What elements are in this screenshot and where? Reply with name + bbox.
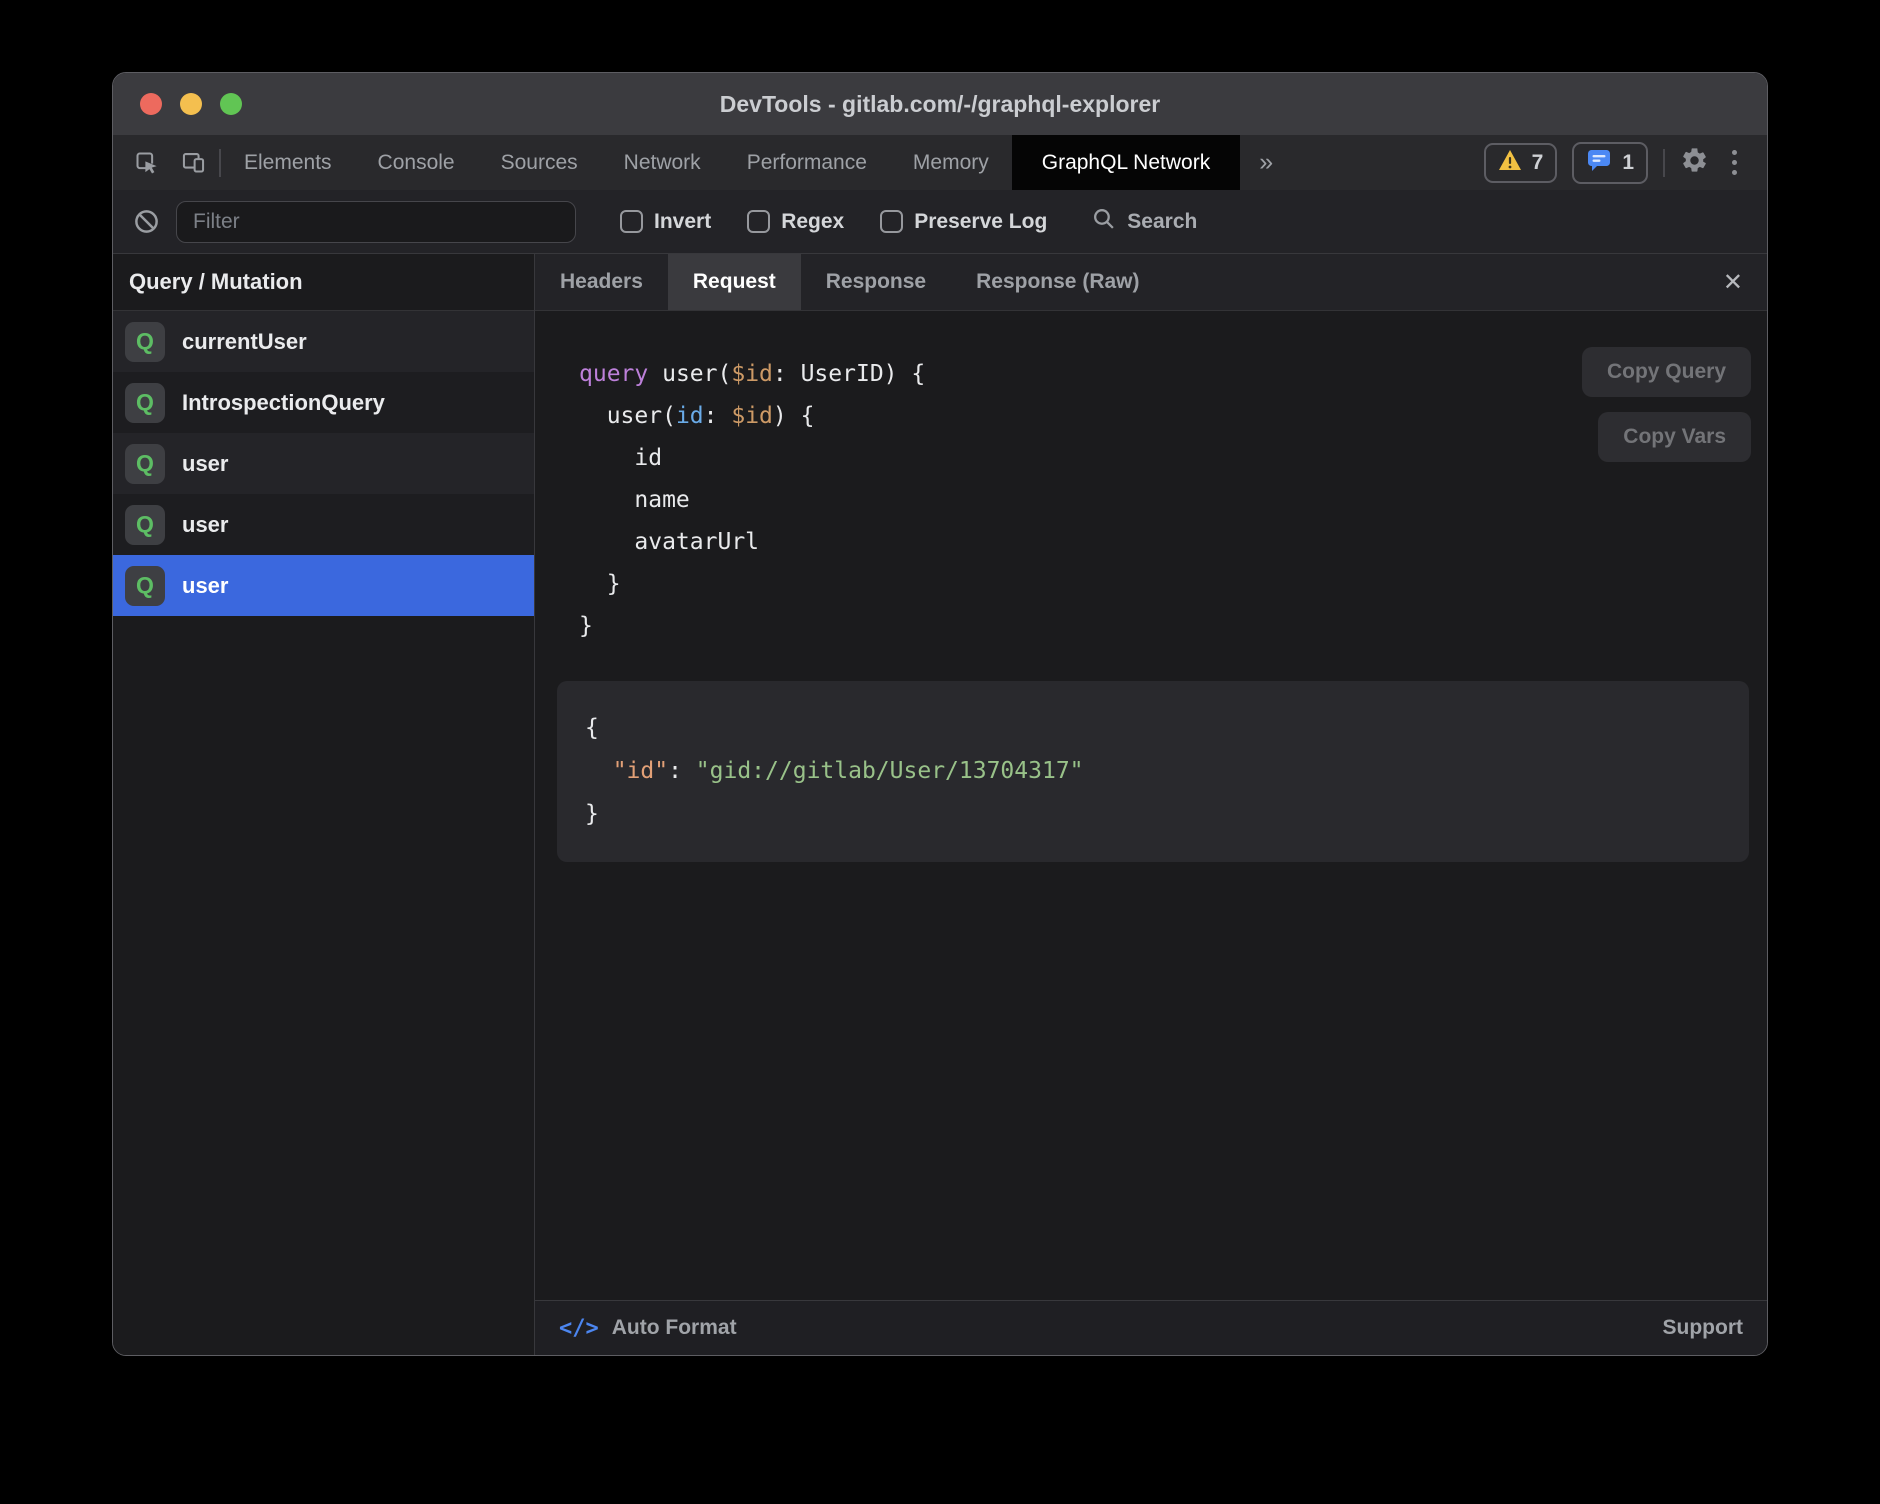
clear-block-icon[interactable] — [133, 208, 160, 235]
checkbox-group-invert[interactable]: Invert — [620, 210, 711, 234]
code-line: name — [579, 479, 1767, 521]
query-list: QcurrentUserQIntrospectionQueryQuserQuse… — [113, 311, 534, 616]
query-name-label: user — [182, 573, 228, 599]
tab-console[interactable]: Console — [355, 135, 478, 190]
tab-memory[interactable]: Memory — [890, 135, 1012, 190]
code-line: } — [585, 793, 1721, 836]
inspect-element-icon[interactable] — [133, 149, 160, 176]
more-tabs-icon[interactable]: » — [1240, 135, 1292, 190]
titlebar: DevTools - gitlab.com/-/graphql-explorer — [113, 73, 1767, 135]
copy-query-button[interactable]: Copy Query — [1582, 347, 1751, 397]
warning-icon — [1498, 149, 1522, 177]
panel-tab-request[interactable]: Request — [668, 254, 801, 310]
code-format-icon: </> — [559, 1316, 599, 1341]
tab-elements[interactable]: Elements — [221, 135, 355, 190]
invert-checkbox[interactable] — [620, 210, 643, 233]
filter-input[interactable] — [176, 201, 576, 243]
code-line: { — [585, 707, 1721, 750]
devtools-tabs: ElementsConsoleSourcesNetworkPerformance… — [221, 135, 1240, 190]
preserve-log-label: Preserve Log — [914, 210, 1047, 234]
query-name-label: currentUser — [182, 329, 307, 355]
code-line: "id": "gid://gitlab/User/13704317" — [585, 750, 1721, 793]
auto-format-control[interactable]: </> Auto Format — [559, 1316, 737, 1341]
warnings-badge[interactable]: 7 — [1484, 143, 1558, 183]
issue-message-icon — [1586, 148, 1612, 178]
issues-badge[interactable]: 1 — [1572, 142, 1648, 184]
request-panel: query user($id: UserID) { user(id: $id) … — [535, 311, 1767, 1300]
checkbox-group-regex[interactable]: Regex — [747, 210, 844, 234]
query-type-badge: Q — [125, 566, 165, 606]
code-line: avatarUrl — [579, 521, 1767, 563]
query-name-label: user — [182, 451, 228, 477]
query-name-label: user — [182, 512, 228, 538]
query-type-badge: Q — [125, 383, 165, 423]
panel-tab-response-raw[interactable]: Response (Raw) — [951, 254, 1164, 310]
tabbar-right-separator — [1663, 149, 1665, 177]
tab-sources[interactable]: Sources — [478, 135, 601, 190]
copy-vars-button[interactable]: Copy Vars — [1598, 412, 1751, 462]
warning-count: 7 — [1532, 151, 1544, 175]
regex-label: Regex — [781, 210, 844, 234]
auto-format-label: Auto Format — [612, 1316, 737, 1340]
panel-footer: </> Auto Format Support — [535, 1300, 1767, 1355]
panel-tabbar: HeadersRequestResponseResponse (Raw) ✕ — [535, 254, 1767, 311]
query-variables-box: { "id": "gid://gitlab/User/13704317"} — [557, 681, 1749, 862]
tab-performance[interactable]: Performance — [724, 135, 890, 190]
query-sidebar: Query / Mutation QcurrentUserQIntrospect… — [113, 254, 535, 1355]
window-title: DevTools - gitlab.com/-/graphql-explorer — [113, 91, 1767, 118]
query-name-label: IntrospectionQuery — [182, 390, 385, 416]
search-label: Search — [1127, 210, 1197, 234]
sidebar-item-user-4[interactable]: Quser — [113, 555, 534, 616]
tab-graphql-network[interactable]: GraphQL Network — [1012, 135, 1240, 190]
device-toolbar-icon[interactable] — [180, 149, 207, 176]
sidebar-item-user-3[interactable]: Quser — [113, 494, 534, 555]
menu-kebab-icon[interactable] — [1724, 150, 1745, 175]
panel-tab-headers[interactable]: Headers — [535, 254, 668, 310]
devtools-tabbar: ElementsConsoleSourcesNetworkPerformance… — [113, 135, 1767, 190]
sidebar-item-currentuser-0[interactable]: QcurrentUser — [113, 311, 534, 372]
tab-network[interactable]: Network — [601, 135, 724, 190]
invert-label: Invert — [654, 210, 711, 234]
search-icon — [1091, 206, 1116, 237]
panel-tab-response[interactable]: Response — [801, 254, 951, 310]
query-type-badge: Q — [125, 444, 165, 484]
sidebar-item-user-2[interactable]: Quser — [113, 433, 534, 494]
settings-gear-icon[interactable] — [1680, 146, 1709, 180]
query-type-badge: Q — [125, 505, 165, 545]
regex-checkbox[interactable] — [747, 210, 770, 233]
filterbar: Invert Regex Preserve Log Search — [113, 190, 1767, 254]
code-line: } — [579, 605, 1767, 647]
issue-count: 1 — [1622, 151, 1634, 175]
close-panel-icon[interactable]: ✕ — [1723, 254, 1743, 310]
code-line: } — [579, 563, 1767, 605]
sidebar-item-introspectionquery-1[interactable]: Q IntrospectionQuery — [113, 372, 534, 433]
sidebar-header: Query / Mutation — [113, 254, 534, 311]
checkbox-group-preserve-log[interactable]: Preserve Log — [880, 210, 1047, 234]
query-type-badge: Q — [125, 322, 165, 362]
preserve-log-checkbox[interactable] — [880, 210, 903, 233]
search-control[interactable]: Search — [1091, 206, 1197, 237]
devtools-window: DevTools - gitlab.com/-/graphql-explorer… — [112, 72, 1768, 1356]
support-link[interactable]: Support — [1663, 1316, 1743, 1340]
